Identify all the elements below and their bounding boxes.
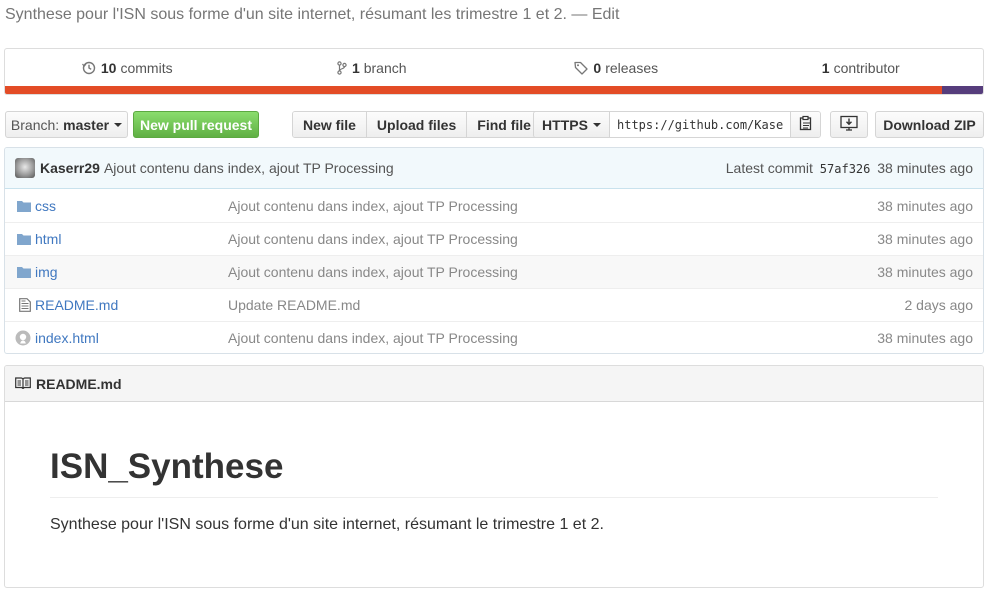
clipboard-icon	[799, 115, 813, 134]
open-in-desktop-button[interactable]	[830, 111, 868, 138]
file-name-link[interactable]: css	[35, 198, 228, 214]
table-row[interactable]: README.md Update README.md 2 days ago	[5, 288, 983, 321]
file-age: 38 minutes ago	[877, 231, 973, 247]
folder-icon	[5, 200, 35, 212]
github-file-icon	[5, 330, 35, 346]
file-commit-message[interactable]: Ajout contenu dans index, ajout TP Proce…	[228, 264, 877, 280]
file-text-icon	[5, 298, 35, 312]
contributors-label: contributor	[833, 59, 900, 76]
latest-commit-age: 38 minutes ago	[877, 160, 973, 176]
commit-sha-link[interactable]: 57af326	[820, 162, 871, 176]
upload-files-button[interactable]: Upload files	[365, 112, 467, 137]
download-zip-button[interactable]: Download ZIP	[875, 111, 984, 138]
avatar[interactable]	[15, 158, 35, 178]
new-pull-request-button[interactable]: New pull request	[133, 111, 259, 138]
readme-heading: ISN_Synthese	[50, 447, 938, 498]
table-row[interactable]: html Ajout contenu dans index, ajout TP …	[5, 222, 983, 255]
repo-description-text: Synthese pour l'ISN sous forme d'un site…	[5, 6, 567, 23]
clone-protocol-button[interactable]: HTTPS	[534, 112, 610, 137]
commits-link[interactable]: 10 commits	[5, 60, 250, 76]
clone-url-box: HTTPS	[533, 111, 821, 138]
desktop-download-icon	[840, 115, 858, 134]
latest-commit-label: Latest commit	[725, 160, 813, 176]
history-icon	[81, 61, 96, 75]
caret-down-icon	[114, 122, 123, 127]
book-icon	[15, 377, 31, 390]
commits-label: commits	[120, 59, 173, 76]
folder-icon	[5, 233, 35, 245]
file-age: 2 days ago	[904, 297, 974, 313]
contributors-link[interactable]: 1 contributor	[739, 60, 984, 76]
repo-description: Synthese pour l'ISN sous forme d'un site…	[5, 6, 619, 24]
clone-protocol-label: HTTPS	[542, 116, 588, 133]
branches-count: 1	[351, 59, 360, 76]
commit-message-link[interactable]: Ajout contenu dans index, ajout TP Proce…	[104, 160, 394, 176]
git-branch-icon	[337, 60, 347, 75]
branch-select-button[interactable]: Branch: master	[5, 111, 128, 138]
readme-panel: README.md ISN_Synthese Synthese pour l'I…	[4, 365, 984, 588]
readme-header: README.md	[5, 366, 983, 402]
releases-link[interactable]: 0 releases	[494, 60, 739, 76]
file-name-link[interactable]: html	[35, 231, 228, 247]
language-segment	[941, 86, 983, 94]
file-commit-message[interactable]: Ajout contenu dans index, ajout TP Proce…	[228, 330, 877, 346]
file-age: 38 minutes ago	[877, 264, 973, 280]
language-segment	[5, 86, 942, 94]
file-navigation: Kaserr29 Ajout contenu dans index, ajout…	[4, 147, 984, 354]
file-actions-group: New file Upload files Find file	[292, 111, 542, 138]
file-age: 38 minutes ago	[877, 330, 973, 346]
commit-author-link[interactable]: Kaserr29	[40, 160, 100, 176]
file-name-link[interactable]: README.md	[35, 297, 228, 313]
latest-commit-info: Latest commit 57af326 38 minutes ago	[726, 160, 973, 176]
table-row[interactable]: css Ajout contenu dans index, ajout TP P…	[5, 189, 983, 222]
folder-icon	[5, 266, 35, 278]
file-commit-message[interactable]: Ajout contenu dans index, ajout TP Proce…	[228, 231, 877, 247]
branch-prefix: Branch:	[10, 116, 60, 133]
file-age: 38 minutes ago	[877, 197, 973, 214]
edit-description-link[interactable]: — Edit	[571, 6, 619, 23]
file-name-link[interactable]: img	[35, 264, 228, 280]
branch-name: master	[63, 116, 110, 133]
readme-paragraph: Synthese pour l'ISN sous forme d'un site…	[50, 515, 604, 533]
commits-count: 10	[100, 59, 117, 76]
contributors-count: 1	[821, 59, 830, 76]
table-row[interactable]: img Ajout contenu dans index, ajout TP P…	[5, 255, 983, 288]
caret-down-icon	[592, 122, 601, 127]
readme-content: ISN_Synthese Synthese pour l'ISN sous fo…	[5, 447, 983, 534]
copy-to-clipboard-button[interactable]	[790, 112, 820, 137]
file-commit-message[interactable]: Update README.md	[228, 297, 905, 313]
releases-count: 0	[593, 59, 602, 76]
table-row[interactable]: index.html Ajout contenu dans index, ajo…	[5, 321, 983, 353]
releases-label: releases	[605, 59, 659, 76]
branches-link[interactable]: 1 branch	[250, 60, 495, 76]
file-name-link[interactable]: index.html	[35, 330, 228, 346]
tag-icon	[574, 61, 589, 75]
branches-label: branch	[363, 59, 407, 76]
readme-filename: README.md	[36, 375, 122, 392]
clone-url-input[interactable]	[610, 112, 790, 137]
language-bar[interactable]	[5, 86, 983, 94]
find-file-button[interactable]: Find file	[466, 112, 541, 137]
new-file-button[interactable]: New file	[293, 112, 366, 137]
latest-commit-bar: Kaserr29 Ajout contenu dans index, ajout…	[5, 148, 983, 189]
file-commit-message[interactable]: Ajout contenu dans index, ajout TP Proce…	[228, 198, 877, 214]
repo-summary: 10 commits 1 branch 0 releases 1 contrib…	[4, 48, 984, 95]
